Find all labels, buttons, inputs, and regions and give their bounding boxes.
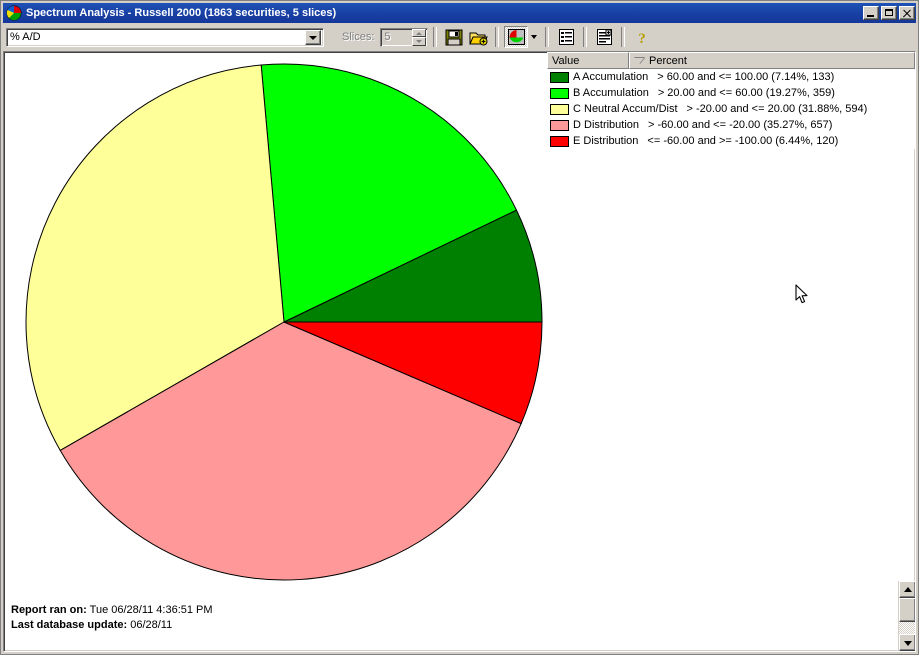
pie-chart-icon: [6, 5, 22, 21]
last-update-value: 06/28/11: [130, 619, 173, 631]
legend-row[interactable]: D Distribution > -60.00 and <= -20.00 (35…: [547, 117, 915, 133]
legend-row-range: > 60.00 and <= 100.00 (7.14%, 133): [657, 71, 835, 83]
toolbar: % A/D Slices: 5 ?: [3, 24, 916, 50]
client-area: Value Percent A Accumulation > 60.00 and …: [3, 51, 916, 652]
slices-input[interactable]: 5: [381, 31, 412, 43]
chevron-down-icon[interactable]: [305, 29, 321, 45]
list-icon: [558, 29, 574, 45]
legend-color-swatch: [550, 119, 569, 131]
help-button[interactable]: ?: [630, 26, 654, 48]
last-update-label: Last database update:: [11, 619, 128, 631]
legend-row-label: C Neutral Accum/Dist: [573, 103, 678, 115]
legend-column-value[interactable]: Value: [547, 52, 629, 69]
legend-column-percent-label: Percent: [649, 54, 687, 67]
slices-spin-buttons[interactable]: [412, 28, 427, 46]
legend-row-range: > -20.00 and <= 20.00 (31.88%, 594): [686, 103, 868, 115]
open-button[interactable]: [466, 26, 490, 48]
minimize-button[interactable]: [863, 6, 879, 20]
slices-label: Slices:: [342, 31, 375, 43]
toolbar-separator: [545, 27, 550, 47]
legend-row-label: A Accumulation: [573, 71, 649, 83]
scroll-up-button[interactable]: [899, 581, 915, 598]
toolbar-separator: [621, 27, 626, 47]
legend-color-swatch: [550, 87, 569, 99]
toolbar-separator: [583, 27, 588, 47]
save-button[interactable]: [442, 26, 466, 48]
scrollbar-thumb[interactable]: [899, 598, 915, 622]
report-icon: [596, 29, 612, 45]
open-folder-add-icon: [469, 32, 488, 45]
application-window: Spectrum Analysis - Russell 2000 (1863 s…: [0, 0, 919, 655]
legend-color-swatch: [550, 135, 569, 147]
legend-row-label: B Accumulation: [573, 87, 649, 99]
question-mark-icon: ?: [639, 31, 647, 46]
svg-text:?: ?: [639, 31, 647, 46]
slices-stepper[interactable]: 5: [380, 27, 429, 47]
pie-chart-icon: [507, 29, 525, 45]
slices-decrement-button[interactable]: [412, 37, 427, 46]
report-ran-line: Report ran on: Tue 06/28/11 4:36:51 PM: [11, 603, 213, 618]
legend-row[interactable]: E Distribution <= -60.00 and >= -100.00 (…: [547, 133, 915, 149]
sort-descending-icon: [632, 58, 645, 64]
slices-increment-button[interactable]: [412, 28, 427, 37]
report-view-button[interactable]: [592, 26, 616, 48]
vertical-scrollbar[interactable]: [898, 581, 915, 651]
legend-row-label: D Distribution: [573, 119, 640, 131]
mode-combobox[interactable]: % A/D: [6, 27, 324, 47]
list-view-button[interactable]: [554, 26, 578, 48]
floppy-disk-icon: [445, 29, 463, 45]
legend-color-swatch: [550, 103, 569, 115]
mouse-cursor: [795, 284, 808, 304]
toolbar-separator: [495, 27, 500, 47]
legend-row[interactable]: C Neutral Accum/Dist > -20.00 and <= 20.0…: [547, 101, 915, 117]
pie-chart[interactable]: [20, 58, 550, 588]
report-ran-label: Report ran on:: [11, 604, 87, 616]
close-button[interactable]: [899, 6, 915, 20]
maximize-button[interactable]: [881, 6, 897, 20]
toolbar-separator: [433, 27, 438, 47]
chart-type-button[interactable]: [504, 26, 529, 48]
legend-row-range: <= -60.00 and >= -100.00 (6.44%, 120): [647, 135, 839, 147]
last-update-line: Last database update: 06/28/11: [11, 618, 213, 633]
report-ran-value: Tue 06/28/11 4:36:51 PM: [89, 604, 213, 616]
legend-row[interactable]: A Accumulation > 60.00 and <= 100.00 (7.1…: [547, 69, 915, 85]
title-bar[interactable]: Spectrum Analysis - Russell 2000 (1863 s…: [3, 3, 916, 23]
legend-color-swatch: [550, 71, 569, 83]
legend-row-range: > 20.00 and <= 60.00 (19.27%, 359): [657, 87, 835, 99]
legend-column-percent[interactable]: Percent: [629, 52, 915, 69]
mode-combobox-value: % A/D: [10, 31, 41, 43]
window-title: Spectrum Analysis - Russell 2000 (1863 s…: [26, 7, 337, 19]
legend-row-label: E Distribution: [573, 135, 639, 147]
scroll-down-button[interactable]: [899, 634, 915, 651]
chart-type-dropdown[interactable]: [528, 26, 540, 48]
legend-header: Value Percent: [547, 52, 915, 69]
legend-row[interactable]: B Accumulation > 20.00 and <= 60.00 (19.2…: [547, 85, 915, 101]
report-footer: Report ran on: Tue 06/28/11 4:36:51 PM L…: [11, 603, 213, 633]
legend-row-range: > -60.00 and <= -20.00 (35.27%, 657): [648, 119, 833, 131]
legend: Value Percent A Accumulation > 60.00 and …: [547, 52, 915, 149]
